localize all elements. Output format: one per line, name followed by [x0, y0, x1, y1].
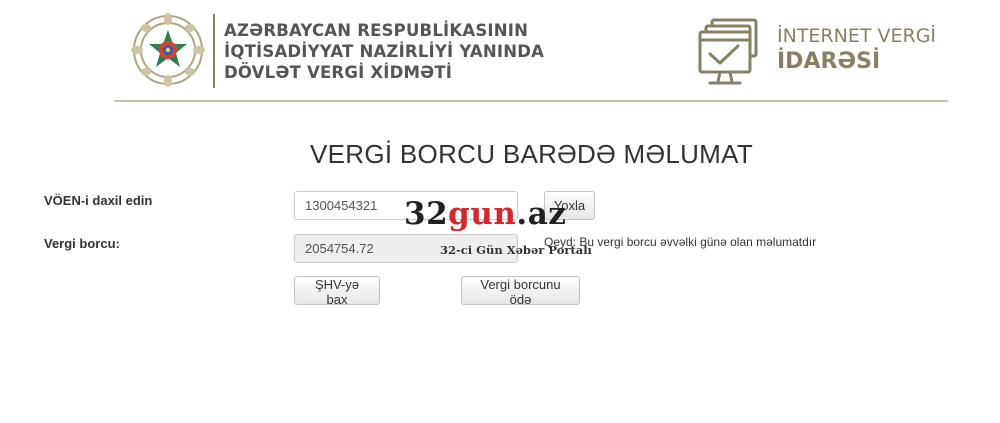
- portal-title-line-2: İDARƏSİ: [777, 49, 881, 74]
- portal-title: İNTERNET VERGİ İDARƏSİ: [777, 24, 936, 76]
- view-shv-button[interactable]: ŞHV-yə bax: [294, 276, 380, 307]
- watermark-logo: 32gun.az: [404, 196, 566, 232]
- watermark-number: 32: [404, 196, 449, 232]
- voen-label: VÖEN-i daxil edin: [44, 193, 153, 208]
- header-rule: [114, 100, 948, 102]
- agency-line-2: İQTİSADİYYAT NAZİRLİYİ YANINDA: [224, 42, 545, 61]
- pay-debt-button[interactable]: Vergi borcunu ödə: [461, 276, 580, 307]
- site-header: AZƏRBAYCAN RESPUBLİKASININ İQTİSADİYYAT …: [0, 0, 1000, 104]
- state-emblem-icon: [131, 13, 205, 87]
- agency-line-1: AZƏRBAYCAN RESPUBLİKASININ: [224, 21, 529, 40]
- portal-title-line-1: İNTERNET VERGİ: [777, 25, 937, 47]
- watermark-subtitle: 32-ci Gün Xəbər Portalı: [440, 243, 592, 257]
- debt-label: Vergi borcu:: [44, 236, 120, 251]
- agency-line-3: DÖVLƏT VERGİ XİDMƏTİ: [224, 63, 453, 82]
- watermark-domain: .az: [516, 196, 567, 232]
- watermark-word: gun: [448, 196, 517, 232]
- agency-name: AZƏRBAYCAN RESPUBLİKASININ İQTİSADİYYAT …: [224, 20, 544, 83]
- monitor-checkmark-icon: [698, 18, 758, 85]
- page-title: VERGİ BORCU BARƏDƏ MƏLUMAT: [309, 139, 754, 169]
- header-divider: [213, 14, 215, 88]
